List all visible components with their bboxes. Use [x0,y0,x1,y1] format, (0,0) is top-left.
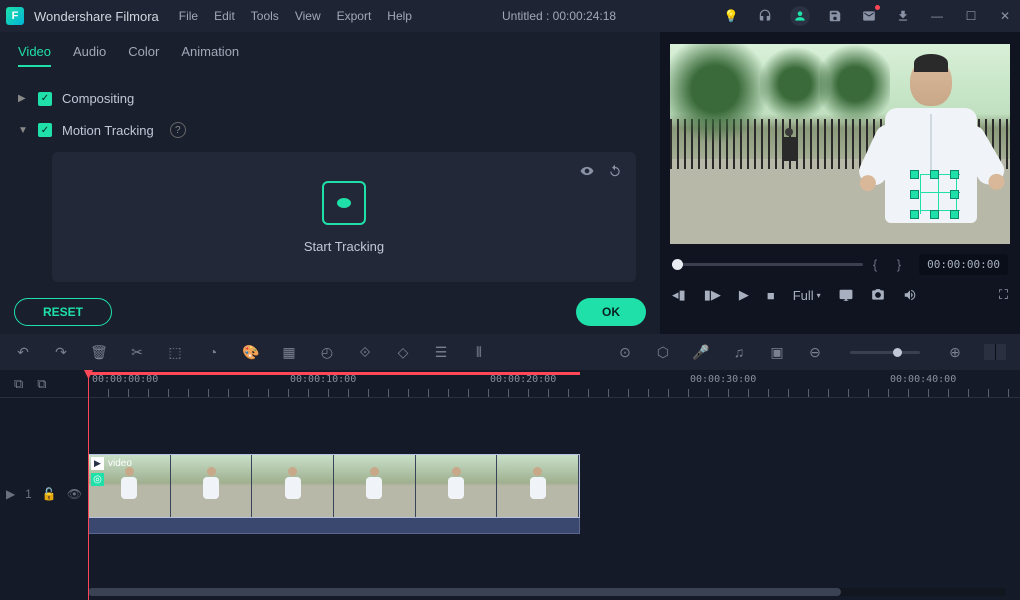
adjustment-icon[interactable]: ▣ [768,344,786,361]
ruler-tick: 00:00:40:00 [890,374,956,385]
ruler-tick: 00:00:00:00 [92,374,158,385]
menu-tools[interactable]: Tools [251,9,279,23]
preview-timecode: 00:00:00:00 [919,254,1008,275]
playhead[interactable] [88,370,89,600]
app-logo: F [6,7,24,25]
start-tracking-button[interactable] [322,181,366,225]
cut-icon[interactable]: ✂ [128,344,146,361]
menu-edit[interactable]: Edit [214,9,235,23]
support-icon[interactable] [756,7,774,25]
chevron-down-icon: ▼ [18,125,28,136]
audio-clip[interactable] [88,518,580,534]
tracking-handles[interactable] [910,170,964,224]
mixer-icon[interactable]: ♫ [730,344,748,360]
account-icon[interactable] [790,6,810,26]
lock-icon[interactable]: 🔓 [42,487,57,501]
marker-icon[interactable]: ⬡ [654,344,672,361]
ruler-tick: 00:00:10:00 [290,374,356,385]
prev-frame-button[interactable]: ◂▮ [672,287,686,303]
marker-braces[interactable]: { } [873,257,909,272]
reset-button[interactable]: RESET [14,298,112,326]
audio-icon[interactable]: ⫴ [470,344,488,361]
compositing-checkbox[interactable]: ✓ [38,92,52,106]
record-icon[interactable]: 🎤 [692,344,710,361]
compositing-row[interactable]: ▶ ✓ Compositing [14,83,646,114]
motion-tracking-checkbox[interactable]: ✓ [38,123,52,137]
preview-scrubber[interactable] [672,263,863,266]
menu-view[interactable]: View [295,9,321,23]
motion-tracking-label: Motion Tracking [62,123,154,138]
ruler-tick: 00:00:30:00 [690,374,756,385]
speed-icon[interactable]: ◔ [204,344,222,360]
play-button[interactable]: ▮▶ [704,287,721,303]
ok-button[interactable]: OK [576,298,646,326]
clip-name: video [108,458,132,469]
quality-selector[interactable]: Full▾ [793,288,821,303]
motion-track-badge-icon: ◎ [91,473,104,486]
menu-file[interactable]: File [179,9,198,23]
messages-icon[interactable] [860,7,878,25]
fullscreen-icon[interactable]: ⛶ [999,287,1008,303]
chevron-right-icon: ▶ [18,93,28,104]
eye-icon[interactable] [580,164,594,181]
render-icon[interactable]: ⊙ [616,344,634,361]
ruler-tick: 00:00:20:00 [490,374,556,385]
volume-icon[interactable] [903,288,917,302]
close-button[interactable]: ✕ [996,7,1014,25]
preview-viewport[interactable] [670,44,1010,244]
menu-help[interactable]: Help [387,9,412,23]
motion-tracking-row[interactable]: ▼ ✓ Motion Tracking ? [14,114,646,146]
stop-button[interactable]: ■ [767,288,775,303]
timeline-options-icon[interactable]: ⧉ [14,376,23,392]
save-icon[interactable] [826,7,844,25]
display-icon[interactable] [839,288,853,302]
menu-export[interactable]: Export [337,9,372,23]
tab-video[interactable]: Video [18,44,51,67]
play-badge-icon: ▶ [91,457,104,470]
project-title: Untitled : 00:00:24:18 [502,9,616,23]
tab-animation[interactable]: Animation [181,44,239,67]
redo-icon[interactable]: ↷ [52,344,70,361]
color-icon[interactable]: 🎨 [242,344,260,361]
undo-icon[interactable]: ↶ [14,344,32,361]
download-icon[interactable] [894,7,912,25]
duration-icon[interactable]: ◴ [318,344,336,361]
reset-tracking-icon[interactable] [608,164,622,181]
visibility-icon[interactable]: 👁 [67,487,82,501]
track-header[interactable]: ▶1 🔓 👁 [0,454,88,534]
zoom-slider[interactable] [850,351,920,354]
compositing-label: Compositing [62,91,134,106]
tab-color[interactable]: Color [128,44,159,67]
snapshot-icon[interactable] [871,288,885,302]
tips-icon[interactable]: 💡 [722,7,740,25]
app-title: Wondershare Filmora [34,9,159,24]
tracking-panel: Start Tracking [52,152,636,282]
minimize-button[interactable]: — [928,7,946,25]
keyframe-icon[interactable]: ◇ [394,344,412,361]
start-tracking-label: Start Tracking [304,239,384,254]
maximize-button[interactable]: ☐ [962,7,980,25]
play-forward-button[interactable]: ▶ [739,287,749,303]
green-screen-icon[interactable]: ▦ [280,344,298,361]
crop-icon[interactable]: ⬚ [166,344,184,361]
tab-audio[interactable]: Audio [73,44,106,67]
delete-icon[interactable]: 🗑 [90,344,108,361]
adjust-icon[interactable]: ☰ [432,344,450,361]
view-toggle[interactable] [984,344,1006,360]
zoom-in-icon[interactable]: ⊕ [946,344,964,361]
zoom-out-icon[interactable]: ⊖ [806,344,824,361]
help-icon[interactable]: ? [170,122,186,138]
video-clip[interactable]: ▶ video ◎ [88,454,580,518]
motion-tracking-icon[interactable]: ⟐ [356,344,374,361]
link-icon[interactable]: ⧉ [37,376,46,392]
horizontal-scrollbar[interactable] [88,588,1006,596]
